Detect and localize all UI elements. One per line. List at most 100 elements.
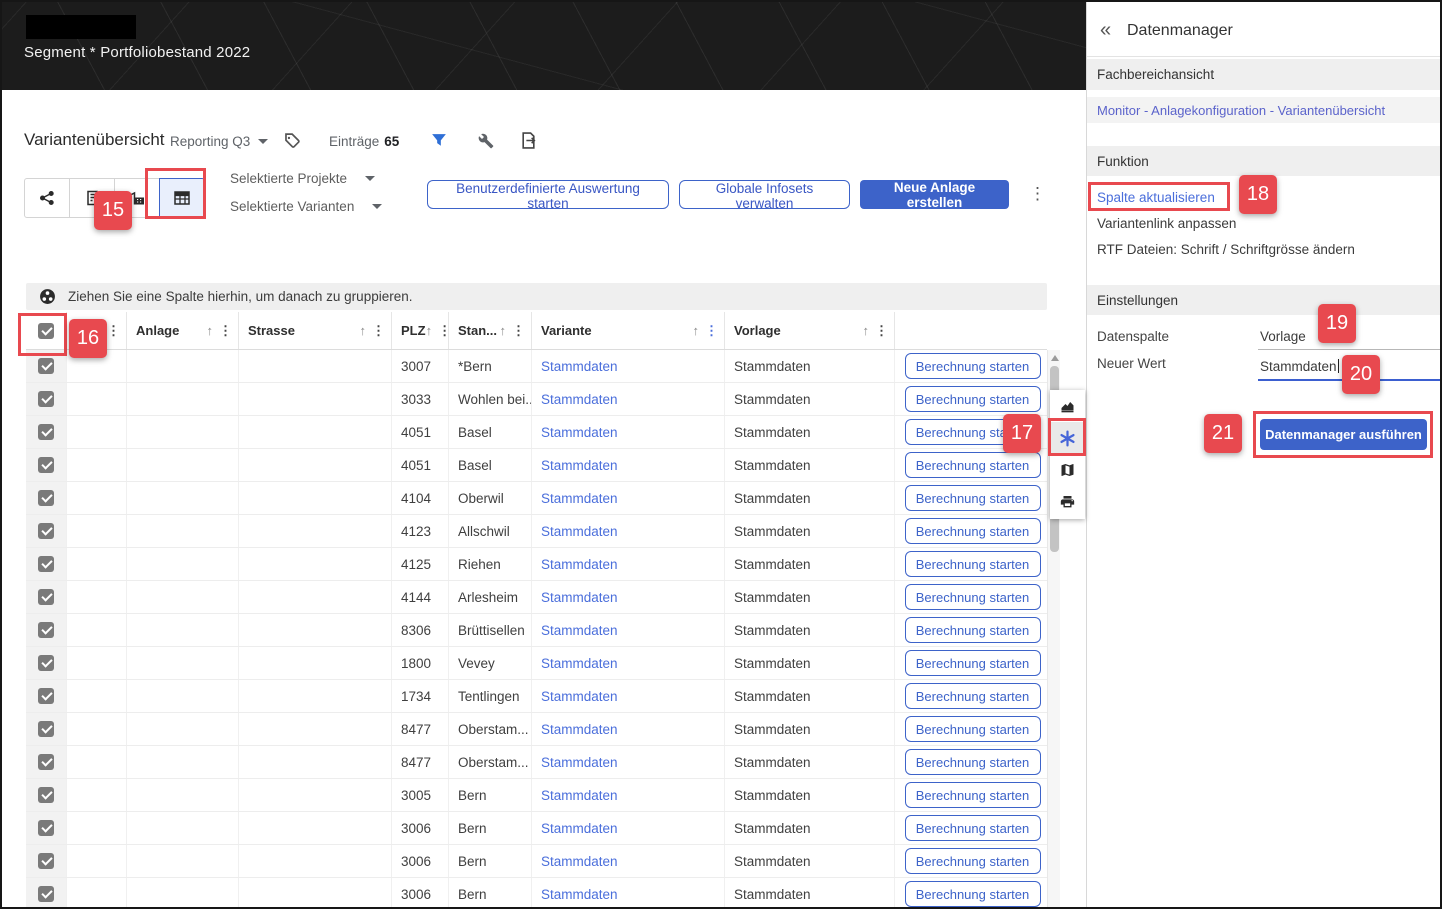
fachbereich-link-row[interactable]: Monitor - Anlagekonfiguration - Variante… — [1087, 97, 1440, 123]
variante-link[interactable]: Stammdaten — [541, 425, 618, 440]
datamanager-tool-button[interactable] — [1050, 422, 1085, 454]
table-row[interactable]: 3006 Bern Stammdaten Stammdaten Berechnu… — [26, 812, 1047, 845]
start-calculation-button[interactable]: Berechnung starten — [904, 650, 1041, 676]
variante-link[interactable]: Stammdaten — [541, 854, 618, 869]
header-plz[interactable]: PLZ ↑ ⋮ — [392, 312, 451, 349]
variante-link[interactable]: Stammdaten — [541, 623, 618, 638]
row-checkbox[interactable] — [38, 622, 54, 638]
table-row[interactable]: 4123 Allschwil Stammdaten Stammdaten Ber… — [26, 515, 1047, 548]
collapse-panel-icon[interactable]: « — [1100, 19, 1111, 42]
start-calculation-button[interactable]: Berechnung starten — [904, 386, 1041, 412]
start-calculation-button[interactable]: Berechnung starten — [904, 452, 1041, 478]
variante-link[interactable]: Stammdaten — [541, 788, 618, 803]
row-checkbox[interactable] — [38, 886, 54, 902]
header-variante[interactable]: Variante ↑ ⋮ — [532, 312, 725, 349]
new-facility-button[interactable]: Neue Anlage erstellen — [860, 180, 1009, 210]
row-checkbox[interactable] — [38, 457, 54, 473]
table-row[interactable]: 1800 Vevey Stammdaten Stammdaten Berechn… — [26, 647, 1047, 680]
funktion-spalte-aktualisieren[interactable]: Spalte aktualisieren — [1097, 190, 1215, 205]
start-calculation-button[interactable]: Berechnung starten — [904, 749, 1041, 775]
row-checkbox[interactable] — [38, 589, 54, 605]
header-anlage[interactable]: Anlage ↑ ⋮ — [127, 312, 239, 349]
start-calculation-button[interactable]: Berechnung starten — [904, 485, 1041, 511]
table-row[interactable]: 4051 Basel Stammdaten Stammdaten Berechn… — [26, 449, 1047, 482]
variante-link[interactable]: Stammdaten — [541, 590, 618, 605]
funktion-variantenlink-anpassen[interactable]: Variantenlink anpassen — [1097, 216, 1236, 231]
start-calculation-button[interactable]: Berechnung starten — [904, 881, 1041, 907]
row-checkbox[interactable] — [38, 853, 54, 869]
report-select[interactable]: Reporting Q3 — [170, 134, 269, 149]
export-icon[interactable] — [520, 132, 537, 149]
variante-link[interactable]: Stammdaten — [541, 392, 618, 407]
row-checkbox[interactable] — [38, 556, 54, 572]
custom-evaluation-button[interactable]: Benutzerdefinierte Auswertung starten — [427, 180, 669, 211]
row-checkbox[interactable] — [38, 391, 54, 407]
start-calculation-button[interactable]: Berechnung starten — [904, 683, 1041, 709]
table-row[interactable]: 4051 Basel Stammdaten Stammdaten Berechn… — [26, 416, 1047, 449]
variante-link[interactable]: Stammdaten — [541, 359, 618, 374]
wrench-icon[interactable] — [478, 133, 494, 149]
column-menu-icon[interactable]: ⋮ — [705, 323, 718, 339]
selected-projects-dropdown[interactable]: Selektierte Projekte — [230, 171, 376, 186]
table-row[interactable]: 8306 Brüttisellen Stammdaten Stammdaten … — [26, 614, 1047, 647]
select-all-checkbox[interactable] — [38, 322, 54, 339]
funktion-rtf-dateien[interactable]: RTF Dateien: Schrift / Schriftgrösse änd… — [1097, 242, 1355, 257]
global-infosets-button[interactable]: Globale Infosets verwalten — [679, 180, 850, 211]
start-calculation-button[interactable]: Berechnung starten — [904, 353, 1041, 379]
start-calculation-button[interactable]: Berechnung starten — [904, 518, 1041, 544]
table-row[interactable]: 1734 Tentlingen Stammdaten Stammdaten Be… — [26, 680, 1047, 713]
table-row[interactable]: 4144 Arlesheim Stammdaten Stammdaten Ber… — [26, 581, 1047, 614]
start-calculation-button[interactable]: Berechnung starten — [904, 815, 1041, 841]
datenspalte-value[interactable]: Vorlage — [1260, 329, 1306, 344]
row-checkbox[interactable] — [38, 358, 54, 374]
run-datamanager-button[interactable]: Datenmanager ausführen — [1260, 419, 1427, 450]
row-checkbox[interactable] — [38, 754, 54, 770]
column-menu-icon[interactable]: ⋮ — [875, 323, 888, 339]
variante-link[interactable]: Stammdaten — [541, 887, 618, 902]
variante-link[interactable]: Stammdaten — [541, 689, 618, 704]
header-standort[interactable]: Stan... ↑ ⋮ — [449, 312, 532, 349]
table-row[interactable]: 3033 Wohlen bei... Stammdaten Stammdaten… — [26, 383, 1047, 416]
start-calculation-button[interactable]: Berechnung starten — [904, 584, 1041, 610]
start-calculation-button[interactable]: Berechnung starten — [904, 551, 1041, 577]
variante-link[interactable]: Stammdaten — [541, 821, 618, 836]
hierarchy-view-button[interactable] — [24, 178, 70, 218]
variante-link[interactable]: Stammdaten — [541, 458, 618, 473]
row-checkbox[interactable] — [38, 721, 54, 737]
sort-asc-icon[interactable]: ↑ — [426, 323, 433, 338]
tag-icon[interactable] — [283, 132, 300, 149]
table-row[interactable]: 8477 Oberstam... Stammdaten Stammdaten B… — [26, 746, 1047, 779]
table-row[interactable]: 8477 Oberstam... Stammdaten Stammdaten B… — [26, 713, 1047, 746]
variante-link[interactable]: Stammdaten — [541, 656, 618, 671]
table-row[interactable]: 3006 Bern Stammdaten Stammdaten Berechnu… — [26, 878, 1047, 907]
sort-asc-icon[interactable]: ↑ — [360, 323, 367, 338]
header-strasse[interactable]: Strasse ↑ ⋮ — [239, 312, 392, 349]
variante-link[interactable]: Stammdaten — [541, 722, 618, 737]
filter-icon[interactable] — [431, 133, 447, 149]
scroll-up-icon[interactable] — [1051, 355, 1059, 361]
selected-variants-dropdown[interactable]: Selektierte Varianten — [230, 199, 383, 214]
column-menu-icon[interactable]: ⋮ — [107, 323, 120, 339]
row-checkbox[interactable] — [38, 490, 54, 506]
sort-asc-icon[interactable]: ↑ — [500, 323, 507, 338]
table-view-button[interactable] — [159, 178, 205, 218]
more-options-icon[interactable]: ⋮ — [1029, 185, 1046, 202]
column-menu-icon[interactable]: ⋮ — [372, 323, 385, 339]
row-checkbox[interactable] — [38, 655, 54, 671]
sort-asc-icon[interactable]: ↑ — [863, 323, 870, 338]
column-menu-icon[interactable]: ⋮ — [219, 323, 232, 339]
map-tool-button[interactable] — [1050, 454, 1085, 486]
sort-asc-icon[interactable]: ↑ — [693, 323, 700, 338]
start-calculation-button[interactable]: Berechnung starten — [904, 617, 1041, 643]
fachbereich-link[interactable]: Monitor - Anlagekonfiguration - Variante… — [1097, 103, 1385, 118]
neuer-wert-input[interactable]: Stammdaten — [1260, 359, 1340, 374]
start-calculation-button[interactable]: Berechnung starten — [904, 782, 1041, 808]
row-checkbox[interactable] — [38, 688, 54, 704]
group-by-bar[interactable]: Ziehen Sie eine Spalte hierhin, um danac… — [26, 283, 1047, 310]
row-checkbox[interactable] — [38, 424, 54, 440]
header-vorlage[interactable]: Vorlage ↑ ⋮ — [725, 312, 895, 349]
start-calculation-button[interactable]: Berechnung starten — [904, 716, 1041, 742]
table-row[interactable]: 3007 *Bern Stammdaten Stammdaten Berechn… — [26, 350, 1047, 383]
table-row[interactable]: 3006 Bern Stammdaten Stammdaten Berechnu… — [26, 845, 1047, 878]
variante-link[interactable]: Stammdaten — [541, 491, 618, 506]
